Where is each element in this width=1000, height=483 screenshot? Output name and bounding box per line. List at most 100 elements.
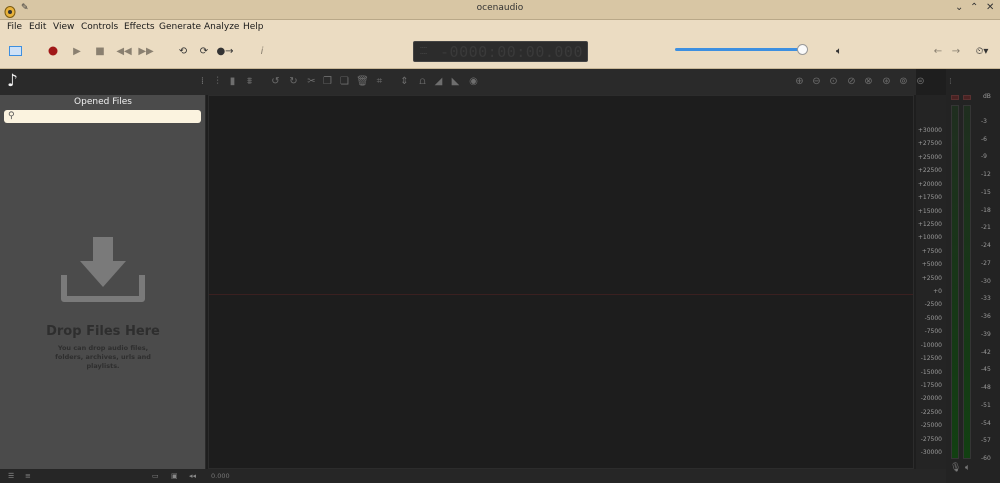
zoom-all-icon[interactable]: ⊗ <box>862 75 875 88</box>
paste-icon[interactable]: ❏ <box>338 75 351 88</box>
zoom-out-icon[interactable]: ⊖ <box>810 75 823 88</box>
crop-icon[interactable]: ⌗ <box>373 75 386 88</box>
menu-controls[interactable]: Controls <box>81 22 118 32</box>
scale-label: +12500 <box>917 220 942 228</box>
meter-left-peak <box>951 95 959 100</box>
delete-icon[interactable]: 🗑︎ <box>356 75 369 88</box>
scale-label: +17500 <box>917 194 942 202</box>
lcd-small-bottom: ---- <box>420 51 428 57</box>
fade-in-icon[interactable]: ◢ <box>432 75 445 88</box>
amplify-icon[interactable]: ⩍ <box>416 75 429 88</box>
db-label: -21 <box>981 224 991 232</box>
vertical-zoom-reset-icon[interactable]: ⊜ <box>914 75 927 88</box>
scale-label: -27500 <box>920 435 942 443</box>
menu-generate[interactable]: Generate <box>159 22 201 32</box>
maximize-icon[interactable]: ⌃ <box>970 2 978 13</box>
fast-forward-button[interactable]: ▶▶ <box>138 44 153 58</box>
collapse-icon[interactable]: ◂◂ <box>189 472 196 480</box>
copy-icon[interactable]: ❐ <box>321 75 334 88</box>
mute-speaker-icon[interactable]: 🔈︎ <box>832 44 846 58</box>
repeat-icon[interactable]: ⟳ <box>197 44 211 58</box>
zoom-fit-icon[interactable]: ⊙ <box>827 75 840 88</box>
image-icon[interactable]: ▣ <box>171 472 178 480</box>
menu-effects[interactable]: Effects <box>124 22 155 32</box>
scale-label: -30000 <box>920 449 942 456</box>
download-icon <box>60 235 146 305</box>
db-unit-label: dB <box>983 93 991 100</box>
effects-icon[interactable]: ◉ <box>467 75 480 88</box>
drop-files-subtitle: You can drop audio files, folders, archi… <box>55 344 151 370</box>
scale-label: -25000 <box>920 422 942 430</box>
scale-label: +7500 <box>921 247 942 255</box>
menu-edit[interactable]: Edit <box>29 22 46 32</box>
db-label: -6 <box>981 135 987 143</box>
speaker-icon[interactable]: 🔈︎ <box>965 463 970 473</box>
db-label: -24 <box>981 242 991 250</box>
microphone-icon[interactable]: 🎙︎ <box>950 463 961 473</box>
scale-label: -7500 <box>924 328 942 336</box>
spectrum-view-icon[interactable]: ▮ <box>226 75 239 88</box>
normalize-icon[interactable]: ⇕ <box>398 75 411 88</box>
info-icon[interactable]: i <box>255 44 269 58</box>
db-label: -45 <box>981 366 991 374</box>
grid-view-icon[interactable]: ≡ <box>25 472 31 480</box>
search-icon: ⚲ <box>8 111 15 121</box>
grip-icon: ⁞ <box>200 76 205 87</box>
scale-label: -2500 <box>924 301 942 309</box>
volume-slider-track[interactable] <box>675 48 803 51</box>
menu-analyze[interactable]: Analyze <box>204 22 239 32</box>
record-button[interactable] <box>46 44 60 58</box>
db-label: -54 <box>981 419 991 427</box>
db-label: -9 <box>981 153 987 161</box>
db-label: -3 <box>981 118 987 125</box>
stop-button[interactable]: ■ <box>93 44 107 58</box>
menu-view[interactable]: View <box>53 22 74 32</box>
fade-out-icon[interactable]: ◣ <box>449 75 462 88</box>
scale-label: +22500 <box>917 167 942 175</box>
close-icon[interactable]: ✕ <box>986 2 994 13</box>
db-label: -60 <box>981 455 991 462</box>
menu-help[interactable]: Help <box>243 22 264 32</box>
amplitude-scale: +30000 +27500 +25000 +22500 +20000 +17500 +150… <box>916 95 946 469</box>
back-arrow-icon[interactable]: ← <box>931 44 945 58</box>
scale-label: +0 <box>933 288 942 295</box>
forward-arrow-icon[interactable]: → <box>949 44 963 58</box>
scale-label: -5000 <box>924 314 942 322</box>
loop-icon[interactable]: ⟲ <box>176 44 190 58</box>
search-input[interactable]: ⚲ <box>4 110 201 123</box>
window-title: ocenaudio <box>476 3 524 13</box>
spectrogram-view-icon[interactable]: ⩩ <box>243 75 256 88</box>
undo-icon[interactable]: ↺ <box>269 75 282 88</box>
rewind-button[interactable]: ◀◀ <box>116 44 131 58</box>
db-label: -36 <box>981 313 991 321</box>
redo-icon[interactable]: ↻ <box>287 75 300 88</box>
scale-label: +27500 <box>917 140 942 148</box>
monitor-icon[interactable]: ▭ <box>152 472 159 480</box>
history-icon[interactable]: ⏲▾ <box>971 44 993 58</box>
waveform-view-icon[interactable]: ⫶ <box>211 75 224 88</box>
meter-right-peak <box>963 95 971 100</box>
waveform-area[interactable] <box>208 95 914 469</box>
lcd-time: -0000:00:00.000 <box>440 43 583 61</box>
sidebar-header: ♪ <box>0 69 206 95</box>
play-button[interactable]: ▶ <box>70 44 84 58</box>
scale-label: -15000 <box>920 368 942 376</box>
cut-icon[interactable]: ✂ <box>305 75 318 88</box>
zoom-in-icon[interactable]: ⊕ <box>793 75 806 88</box>
zoom-selection-icon[interactable]: ⊘ <box>845 75 858 88</box>
title-bar: ✎ ocenaudio ⌄ ⌃ ✕ <box>0 0 1000 20</box>
status-bar: ☰ ≡ ▭ ▣ ◂◂ 0.000 <box>0 469 946 483</box>
minimize-icon[interactable]: ⌄ <box>955 2 963 13</box>
vertical-zoom-out-icon[interactable]: ⊚ <box>897 75 910 88</box>
vertical-zoom-in-icon[interactable]: ⊛ <box>880 75 893 88</box>
db-label: -51 <box>981 401 991 409</box>
status-time: 0.000 <box>211 472 230 480</box>
scale-label: +2500 <box>921 274 942 282</box>
opened-files-title: Opened Files <box>74 97 132 107</box>
volume-slider-handle[interactable] <box>797 44 808 55</box>
menu-file[interactable]: File <box>7 22 22 32</box>
scale-label: +5000 <box>921 261 942 269</box>
follow-playhead-icon[interactable]: ●→ <box>216 44 233 58</box>
list-view-icon[interactable]: ☰ <box>8 472 14 480</box>
view-toggle-icon[interactable] <box>8 44 22 58</box>
